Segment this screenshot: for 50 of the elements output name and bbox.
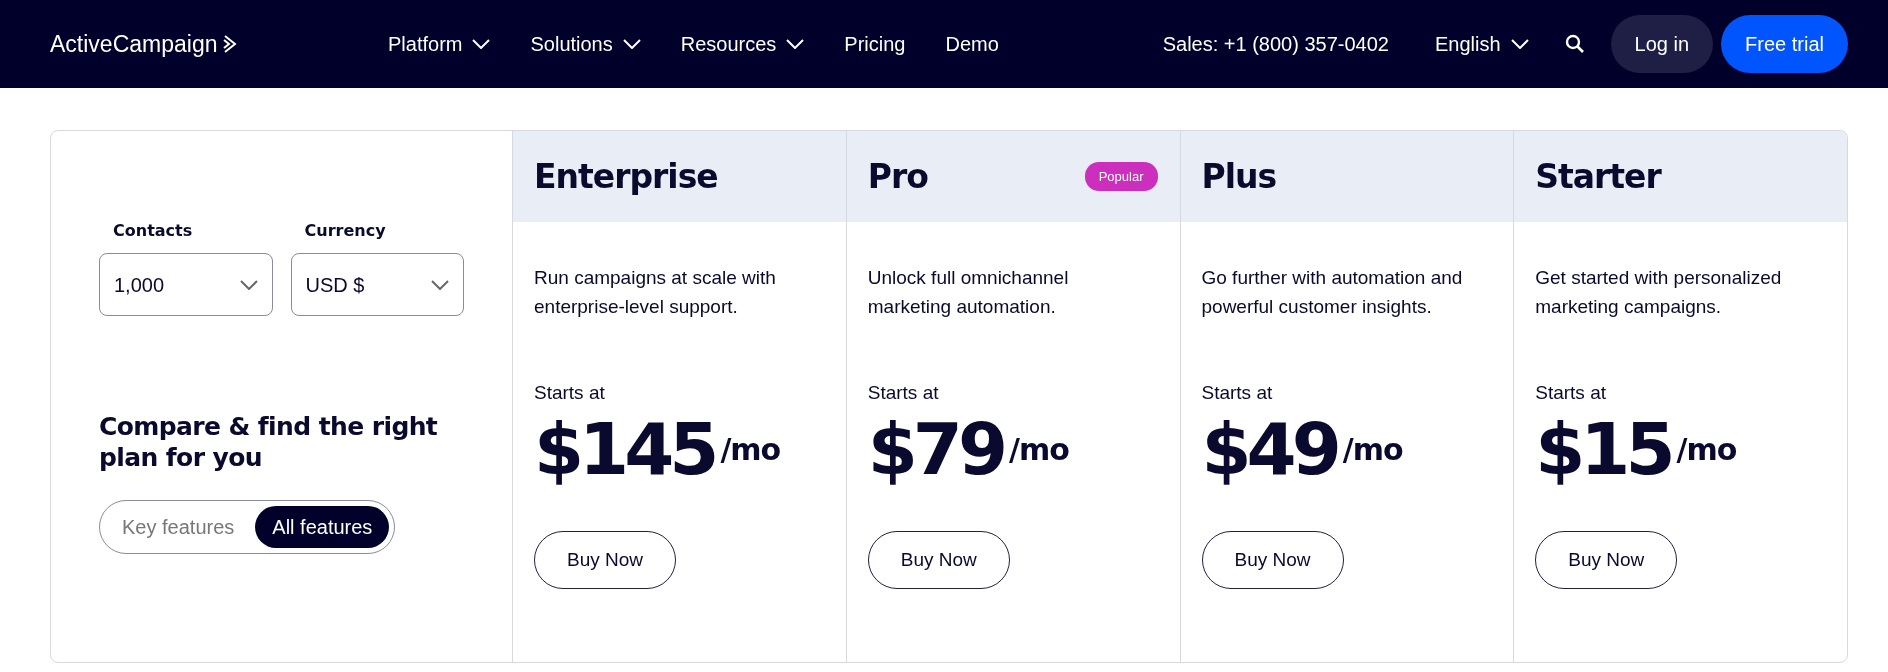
nav-link[interactable]: Solutions	[530, 29, 641, 59]
price-period: /mo	[1342, 430, 1403, 469]
sales-phone: Sales: +1 (800) 357-0402	[1162, 32, 1389, 57]
chevron-icon	[786, 39, 805, 49]
plan-name: Pro	[867, 155, 928, 198]
starts-at-label: Starts at	[867, 381, 940, 405]
price-period: /mo	[1676, 430, 1737, 469]
buy-now-button[interactable]: Buy Now	[534, 530, 677, 590]
free-trial-button[interactable]: Free trial	[1721, 15, 1848, 73]
plan-name: Plus	[1201, 155, 1277, 198]
search-icon[interactable]	[1564, 34, 1585, 54]
nav-link[interactable]: Demo	[945, 29, 999, 59]
plan-description: Get started with personalized marketing campaigns.	[1535, 266, 1783, 319]
starts-at-label: Starts at	[1201, 381, 1274, 405]
buy-now-button[interactable]: Buy Now	[1535, 530, 1678, 590]
plan-price: $145	[534, 409, 715, 489]
chevron-icon	[622, 39, 641, 49]
toggle-option[interactable]: All features	[255, 505, 390, 548]
starts-at-label: Starts at	[534, 381, 606, 405]
nav-link[interactable]: Resources	[680, 29, 805, 59]
nav-link[interactable]: Platform	[388, 29, 491, 59]
popular-badge: Popular	[1084, 161, 1158, 192]
price-period: /mo	[720, 430, 781, 469]
section-heading: Compare & find the right plan for you	[99, 411, 439, 474]
field-label: Currency	[304, 220, 387, 242]
toggle-option[interactable]: Key features	[105, 505, 252, 548]
plan-name: Starter	[1535, 155, 1661, 198]
login-button[interactable]: Log in	[1610, 15, 1714, 73]
chevron-icon	[472, 39, 491, 49]
select-field[interactable]: 1,000	[99, 253, 273, 316]
language-selector[interactable]: English	[1435, 29, 1529, 59]
chevron-logo-icon	[223, 35, 238, 53]
chevron-icon	[431, 279, 449, 290]
buy-now-button[interactable]: Buy Now	[867, 530, 1010, 590]
plan-price: $15	[1535, 409, 1671, 489]
logo-text[interactable]: ActiveCampaign	[50, 26, 218, 62]
buy-now-button[interactable]: Buy Now	[1201, 530, 1344, 590]
plan-description: Run campaigns at scale with enterprise-level support.	[534, 266, 777, 319]
price-period: /mo	[1009, 430, 1069, 469]
chevron-icon	[239, 279, 258, 290]
nav-link[interactable]: Pricing	[844, 29, 906, 59]
field-label: Contacts	[113, 220, 194, 242]
chevron-icon	[1510, 39, 1529, 49]
select-field[interactable]: USD $	[290, 253, 464, 316]
plan-price: $79	[867, 409, 1004, 489]
starts-at-label: Starts at	[1535, 381, 1607, 405]
plan-price: $49	[1201, 409, 1337, 489]
plan-description: Unlock full omnichannel marketing automation.	[867, 266, 1070, 319]
plan-description: Go further with automation and powerful customer insights.	[1201, 266, 1464, 319]
plan-name: Enterprise	[534, 155, 718, 198]
